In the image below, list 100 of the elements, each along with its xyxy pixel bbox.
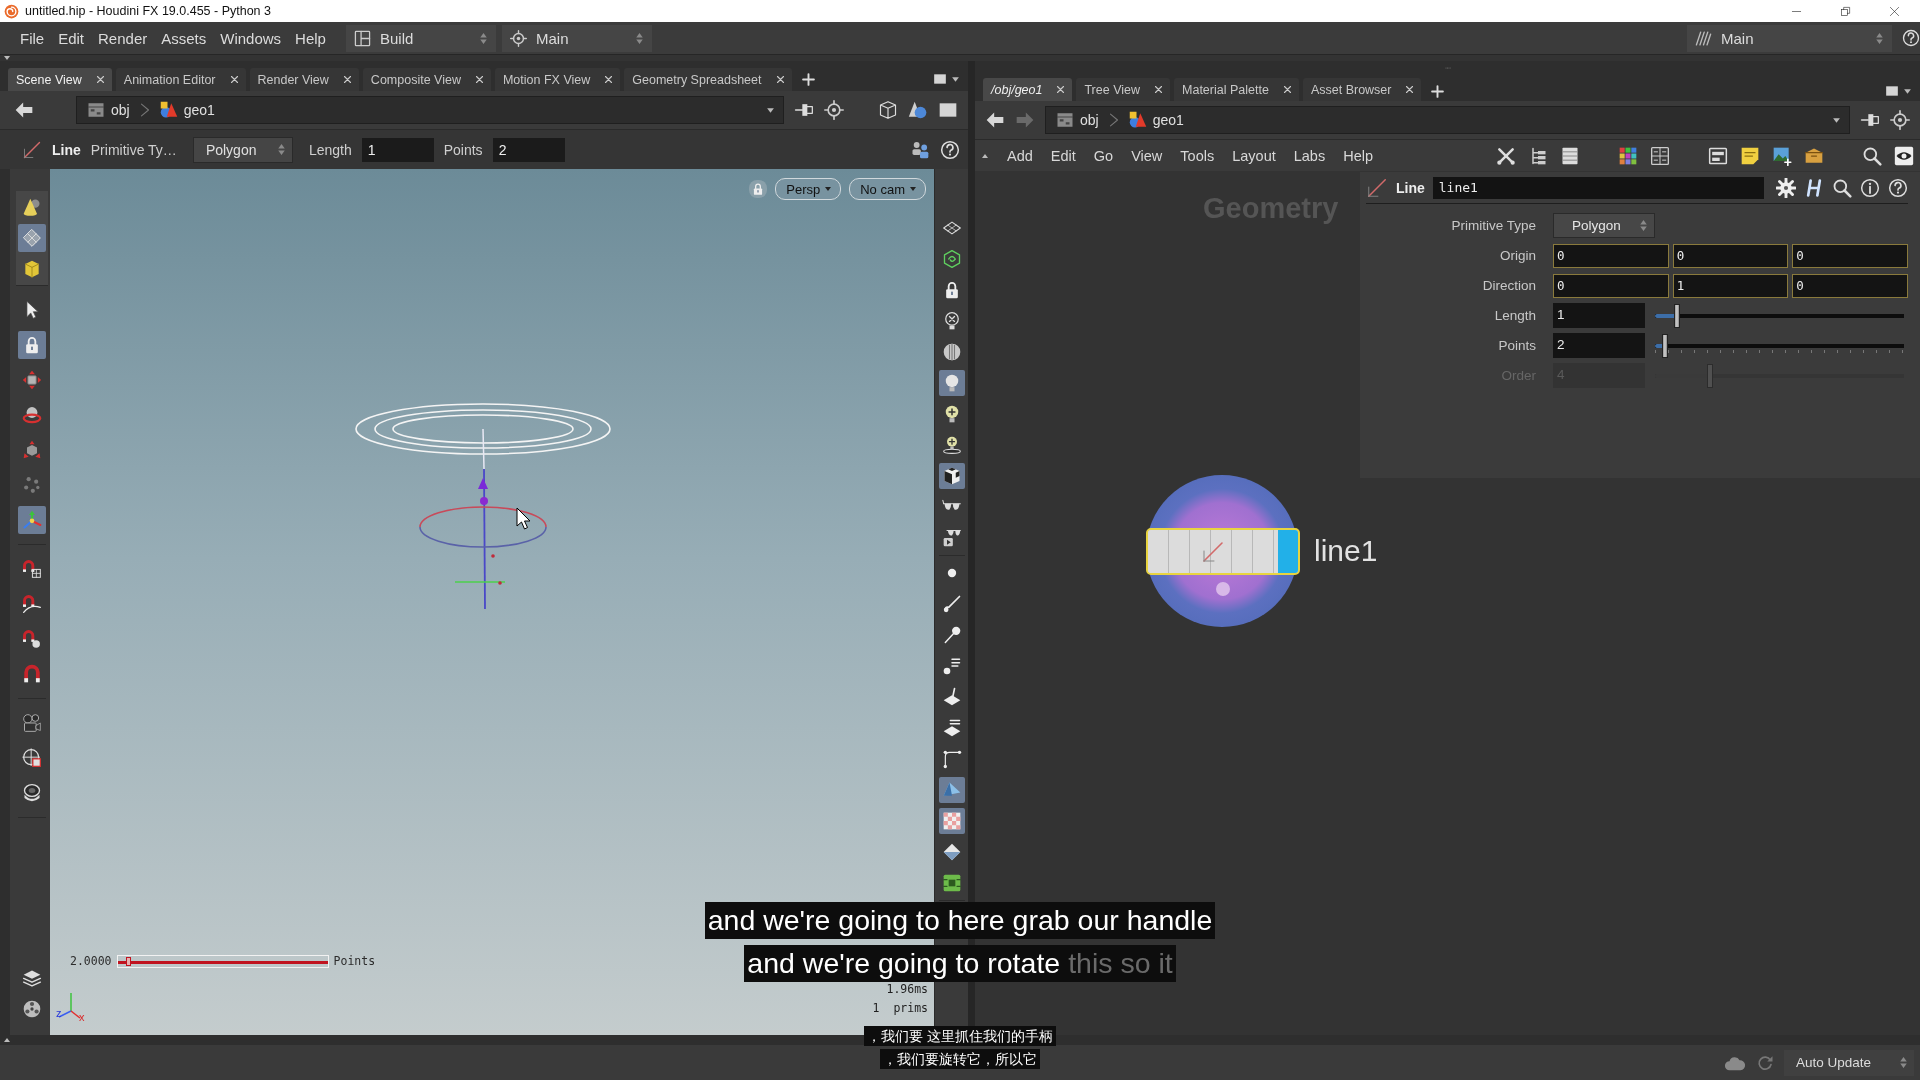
bulb-icon[interactable]: [938, 370, 965, 396]
line-geometry[interactable]: [482, 428, 486, 610]
help-icon[interactable]: [1888, 178, 1908, 198]
input-field[interactable]: 0: [1792, 243, 1908, 268]
panel-icon[interactable]: [1708, 145, 1728, 166]
input-field[interactable]: 1: [1553, 303, 1645, 328]
menu-item[interactable]: Layout: [1232, 147, 1276, 164]
input-field[interactable]: 1: [1672, 273, 1789, 298]
menu-item[interactable]: Tools: [1180, 147, 1215, 164]
tool-name: Line: [52, 141, 81, 158]
input-field[interactable]: 2: [492, 137, 565, 162]
square-icon[interactable]: [1885, 84, 1899, 98]
restore-icon[interactable]: [1840, 5, 1851, 17]
handle-value: 2.0000: [70, 954, 112, 968]
view-menu-button[interactable]: Persp: [775, 178, 842, 200]
add-tab-icon[interactable]: [801, 72, 815, 86]
tab[interactable]: Asset Browser: [1302, 78, 1422, 101]
update-mode-dropdown[interactable]: Auto Update: [1784, 1049, 1914, 1076]
tab[interactable]: /obj/geo1: [983, 78, 1073, 101]
list-icon[interactable]: [1560, 145, 1580, 166]
menu-item[interactable]: Go: [1093, 147, 1114, 164]
menu-item[interactable]: Labs: [1293, 147, 1326, 164]
input-field[interactable]: 0: [1553, 273, 1669, 298]
close-icon[interactable]: [1889, 5, 1900, 17]
menu-item[interactable]: Edit: [1050, 147, 1076, 164]
back-arrow-icon[interactable]: [985, 110, 1005, 130]
dropdown[interactable]: Polygon: [1553, 213, 1655, 238]
target-icon[interactable]: [1890, 110, 1910, 130]
grid-icon[interactable]: [1650, 145, 1670, 166]
add-tab-icon[interactable]: [1431, 84, 1445, 98]
menu-item[interactable]: File: [20, 29, 45, 47]
path-segment[interactable]: geo1: [159, 101, 215, 119]
menu-item[interactable]: Render: [98, 29, 148, 47]
h-icon[interactable]: [1804, 178, 1824, 198]
context-dropdown[interactable]: Main: [501, 24, 652, 52]
back-arrow-icon[interactable]: [14, 100, 34, 120]
shaded-plane-icon[interactable]: [938, 777, 965, 803]
wire-cube-icon[interactable]: [878, 100, 898, 120]
tab[interactable]: Geometry Spreadsheet: [624, 68, 792, 91]
input-field[interactable]: 0: [1672, 243, 1789, 268]
menu-item[interactable]: Help: [295, 29, 326, 47]
tab[interactable]: Tree View: [1076, 78, 1171, 101]
context-dropdown[interactable]: Main: [1687, 24, 1892, 52]
slider-thumb[interactable]: [1674, 303, 1681, 328]
menu-item[interactable]: View: [1131, 147, 1163, 164]
search-icon[interactable]: [1862, 145, 1882, 166]
menu-item[interactable]: Add: [1007, 147, 1033, 164]
ring-handle[interactable]: [355, 403, 611, 455]
path-field[interactable]: obj geo1: [1045, 106, 1850, 134]
image-icon[interactable]: [1772, 145, 1792, 166]
tab[interactable]: Render View: [249, 68, 359, 91]
input-field[interactable]: 0: [1792, 273, 1908, 298]
sticky-note-icon[interactable]: [1740, 145, 1760, 166]
tab[interactable]: Scene View: [8, 68, 112, 91]
square-icon[interactable]: [938, 100, 958, 120]
path-segment[interactable]: obj: [87, 101, 130, 119]
color-grid-icon[interactable]: [1618, 145, 1638, 166]
menu-item[interactable]: Edit: [58, 29, 85, 47]
path-segment[interactable]: obj: [1056, 111, 1099, 129]
tab[interactable]: Composite View: [362, 68, 491, 91]
target-icon[interactable]: [824, 100, 844, 120]
handle-knob[interactable]: [126, 956, 132, 966]
info-icon[interactable]: [1860, 178, 1880, 198]
figures-icon[interactable]: [910, 139, 930, 160]
checker-cube-icon[interactable]: [938, 463, 965, 489]
input-field[interactable]: 0: [1553, 243, 1669, 268]
menu-item[interactable]: Help: [1343, 147, 1373, 164]
path-segment[interactable]: geo1: [1128, 111, 1184, 129]
square-icon[interactable]: [933, 72, 947, 86]
pivot-handle[interactable]: [478, 478, 488, 505]
menu-item[interactable]: Windows: [220, 29, 282, 47]
search-icon[interactable]: [1832, 178, 1852, 198]
help-icon[interactable]: [940, 139, 960, 160]
sphere-cone-icon[interactable]: [908, 100, 928, 120]
view-menu-button[interactable]: No cam: [849, 178, 926, 200]
menu-item[interactable]: Assets: [161, 29, 207, 47]
dropdown[interactable]: Polygon: [192, 136, 293, 163]
handle-slider[interactable]: [116, 954, 329, 968]
slider-thumb[interactable]: [1661, 333, 1668, 358]
node-name-field[interactable]: line1: [1432, 177, 1764, 199]
checker-icon[interactable]: [938, 808, 965, 834]
input-field[interactable]: 2: [1553, 333, 1645, 358]
gear-icon[interactable]: [1776, 178, 1796, 198]
tab[interactable]: Animation Editor: [115, 68, 246, 91]
path-field[interactable]: obj geo1: [76, 96, 784, 124]
tab[interactable]: Motion FX View: [494, 68, 621, 91]
caret-icon[interactable]: [1903, 86, 1912, 96]
axis-handle-icon[interactable]: [18, 506, 46, 534]
help-icon[interactable]: [1902, 29, 1920, 47]
parameter-label: Primitive Type: [1451, 218, 1536, 233]
refresh-icon[interactable]: [1756, 1053, 1774, 1072]
caret-icon[interactable]: [766, 105, 775, 115]
rotate-handle[interactable]: [419, 506, 547, 548]
input-field[interactable]: 1: [361, 137, 434, 162]
caret-icon[interactable]: [951, 74, 960, 84]
tools-icon[interactable]: [1496, 145, 1516, 166]
tab[interactable]: Material Palette: [1174, 78, 1299, 101]
caret-icon[interactable]: [1832, 115, 1841, 125]
eye-icon[interactable]: [1894, 145, 1914, 166]
desktop-dropdown[interactable]: Build: [345, 24, 496, 52]
